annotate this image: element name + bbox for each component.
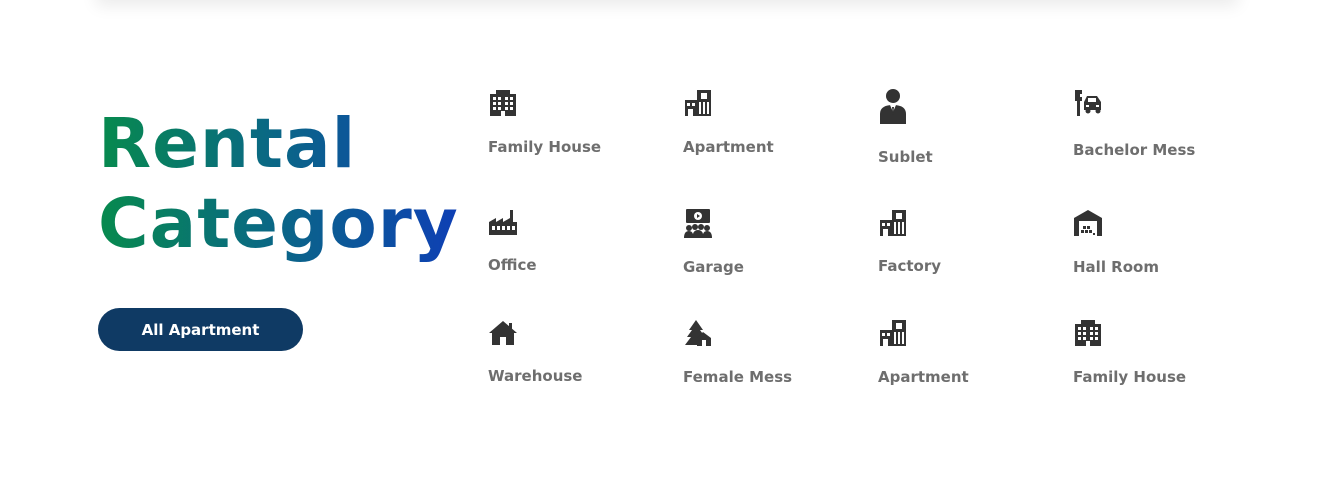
category-label: Office [488,256,537,274]
forest-cabin-icon [683,318,713,348]
category-label: Family House [488,138,602,156]
category-label: Warehouse [488,367,583,385]
apartment-building-icon [878,318,908,348]
category-label: Apartment [683,138,774,156]
apartment-building-icon [878,208,908,238]
all-apartment-button[interactable]: All Apartment [98,308,303,351]
person-suit-icon [878,88,908,124]
title-line-1: Rental [98,104,357,184]
presentation-audience-icon [683,208,713,238]
category-label: Hall Room [1073,258,1159,276]
category-label: Bachelor Mess [1073,141,1196,159]
category-label: Female Mess [683,368,793,386]
category-label: Garage [683,258,744,276]
office-building-icon [1073,318,1103,348]
wrench-car-icon [1073,88,1103,118]
category-label: Factory [878,257,942,275]
warehouse-icon [1073,208,1103,238]
category-label: Apartment [878,368,969,386]
factory-icon [488,208,518,238]
office-building-icon [488,88,518,118]
home-icon [488,318,518,348]
category-label: Family House [1073,368,1187,386]
section-title: Rental Category [98,104,459,264]
category-label: Sublet [878,148,933,166]
apartment-building-icon [683,88,713,118]
title-line-2: Category [98,184,459,264]
